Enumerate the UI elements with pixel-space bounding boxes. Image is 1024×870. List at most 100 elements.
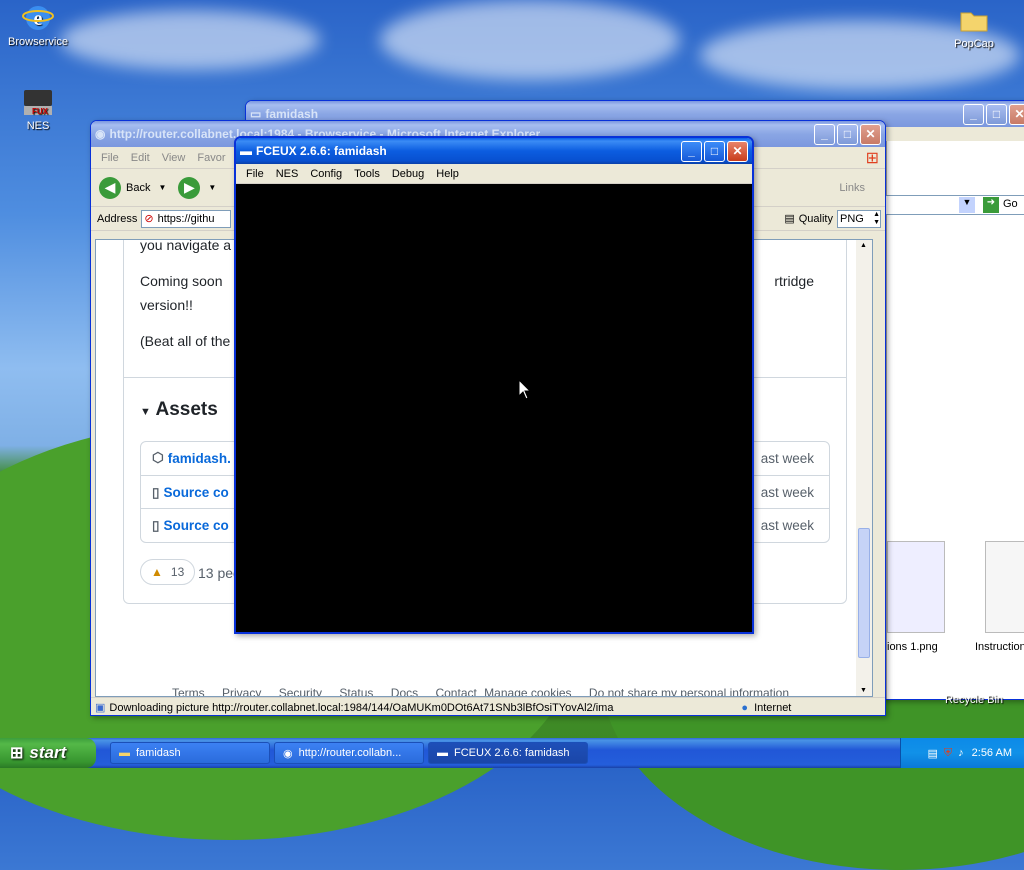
globe-icon: ● <box>741 701 749 714</box>
start-button[interactable]: ⊞ start <box>0 738 96 768</box>
desktop-icon-recycle-bin[interactable]: Recycle Bin <box>936 694 1012 706</box>
task-label: famidash <box>136 747 181 759</box>
file-label: Instruction <box>975 641 1024 653</box>
nes-console-icon: ▬ <box>437 747 448 759</box>
no-entry-icon: ⊘ <box>144 213 154 225</box>
desktop-icon-nes[interactable]: FUX NES <box>0 86 76 132</box>
vertical-scrollbar[interactable]: ▲ ▼ <box>856 240 872 696</box>
tray-volume-icon[interactable]: ♪ <box>958 747 964 759</box>
nes-console-icon: ▬ <box>240 144 252 158</box>
paragraph-2: (Beat all of the <box>140 333 231 349</box>
close-icon[interactable]: ✕ <box>1009 103 1024 125</box>
taskbar-item-ie[interactable]: ◉ http://router.collabn... <box>274 742 424 764</box>
menu-debug[interactable]: Debug <box>386 168 430 180</box>
explorer-address-field[interactable]: ▼ ➜ Go <box>882 195 1024 215</box>
clipboard-icon[interactable]: ▤ <box>784 212 794 225</box>
zip-file-icon: ▯ <box>152 484 160 500</box>
zip-file-icon: ▯ <box>152 517 160 533</box>
menu-help[interactable]: Help <box>430 168 465 180</box>
asset-date: ast week <box>760 450 814 466</box>
links-label[interactable]: Links <box>839 182 865 194</box>
footer-link[interactable]: Privacy <box>222 686 261 696</box>
desktop-icon-label: NES <box>26 120 50 132</box>
go-arrow-icon[interactable]: ➜ <box>983 197 999 213</box>
clock[interactable]: 2:56 AM <box>972 747 1012 759</box>
maximize-icon[interactable]: □ <box>986 103 1007 125</box>
footer-link[interactable]: Terms <box>172 686 205 696</box>
asset-name[interactable]: Source co <box>163 485 228 500</box>
minimize-icon[interactable]: _ <box>681 140 702 162</box>
menu-tools[interactable]: Tools <box>348 168 386 180</box>
go-button[interactable]: Go <box>1003 198 1018 210</box>
menu-nes[interactable]: NES <box>270 168 305 180</box>
taskbar-item-fceux[interactable]: ▬ FCEUX 2.6.6: famidash <box>428 742 588 764</box>
assets-heading[interactable]: ▼ Assets <box>140 399 218 421</box>
footer-link[interactable]: Contact <box>435 686 476 696</box>
tray-network-icon[interactable]: ▤ <box>927 747 937 760</box>
thumbnail-image[interactable] <box>985 541 1024 633</box>
footer-link[interactable]: Manage cookies <box>484 686 571 696</box>
address-value: https://githu <box>157 212 215 225</box>
minimize-icon[interactable]: _ <box>814 123 835 145</box>
minimize-icon[interactable]: _ <box>963 103 984 125</box>
quality-label: Quality <box>798 212 833 225</box>
assets-heading-label: Assets <box>155 399 218 420</box>
menu-favorites[interactable]: Favor <box>191 152 231 164</box>
quality-select[interactable]: PNG ▲ ▼ <box>837 209 881 228</box>
folder-icon: ▬ <box>119 747 130 759</box>
tray-security-icon[interactable]: ⛨ <box>944 747 952 760</box>
thumbnail-image[interactable] <box>887 541 945 633</box>
ie-statusbar: ▣ Downloading picture http://router.coll… <box>91 697 885 715</box>
ie-icon: ◉ <box>95 127 106 141</box>
close-icon[interactable]: ✕ <box>860 123 881 145</box>
zone-label: Internet <box>754 701 792 714</box>
windows-logo-icon: ⊞ <box>865 149 879 167</box>
chevron-down-icon[interactable]: ▼ <box>208 183 216 192</box>
internet-explorer-icon: e <box>22 2 54 34</box>
folder-icon <box>958 4 990 36</box>
close-icon[interactable]: ✕ <box>727 140 748 162</box>
address-input[interactable]: ⊘ https://githu <box>141 209 232 228</box>
asset-name[interactable]: famidash. <box>168 451 231 466</box>
footer-link[interactable]: Do not share my personal information <box>589 686 789 696</box>
forward-arrow-icon[interactable]: ▶ <box>178 176 201 199</box>
menu-edit[interactable]: Edit <box>125 152 156 164</box>
fceux-window: ▬ FCEUX 2.6.6: famidash _ □ ✕ File NES C… <box>234 136 754 634</box>
footer-link[interactable]: Status <box>339 686 373 696</box>
game-screen[interactable] <box>236 184 752 632</box>
task-label: http://router.collabn... <box>298 747 402 759</box>
menu-file[interactable]: File <box>95 152 125 164</box>
status-text: Downloading picture http://router.collab… <box>109 701 614 714</box>
desktop-icon-browservice[interactable]: e Browservice <box>0 2 76 48</box>
ie-icon: ◉ <box>283 747 293 760</box>
explorer-content: ▼ ➜ Go ions 1.png Instruction <box>882 141 1024 699</box>
chevron-down-icon[interactable]: ▼ <box>959 197 975 213</box>
maximize-icon[interactable]: □ <box>704 140 725 162</box>
taskbar-item-famidash[interactable]: ▬ famidash <box>110 742 270 764</box>
asset-name[interactable]: Source co <box>163 518 228 533</box>
back-arrow-icon[interactable]: ◀ <box>99 176 121 199</box>
scrollbar-thumb[interactable] <box>858 528 870 658</box>
folder-icon: ▭ <box>250 107 262 121</box>
desktop-icon-label: Recycle Bin <box>944 694 1004 706</box>
file-label: ions 1.png <box>887 641 938 653</box>
menu-file[interactable]: File <box>240 168 270 180</box>
menu-view[interactable]: View <box>156 152 192 164</box>
scroll-down-icon[interactable]: ▼ <box>860 687 867 694</box>
reaction-count: 13 <box>170 565 185 579</box>
reaction-button[interactable]: ▲ 13 <box>140 559 196 585</box>
maximize-icon[interactable]: □ <box>837 123 858 145</box>
footer-link[interactable]: Security <box>279 686 322 696</box>
taskbar: ⊞ start ▬ famidash ◉ http://router.colla… <box>0 738 1024 768</box>
paragraph-1-line2: version!! <box>140 297 193 313</box>
page-loading-icon: ▣ <box>95 702 106 714</box>
fceux-titlebar[interactable]: ▬ FCEUX 2.6.6: famidash _ □ ✕ <box>236 138 752 164</box>
chevron-down-icon[interactable]: ▼ <box>158 183 166 192</box>
scroll-up-icon[interactable]: ▲ <box>860 242 867 249</box>
nes-console-icon: FUX <box>22 86 54 118</box>
footer-link[interactable]: Docs <box>391 686 418 696</box>
back-button[interactable]: Back <box>126 182 150 194</box>
spinner-arrows-icon[interactable]: ▲ ▼ <box>873 211 880 227</box>
desktop-icon-popcap[interactable]: PopCap <box>936 4 1012 50</box>
menu-config[interactable]: Config <box>304 168 348 180</box>
